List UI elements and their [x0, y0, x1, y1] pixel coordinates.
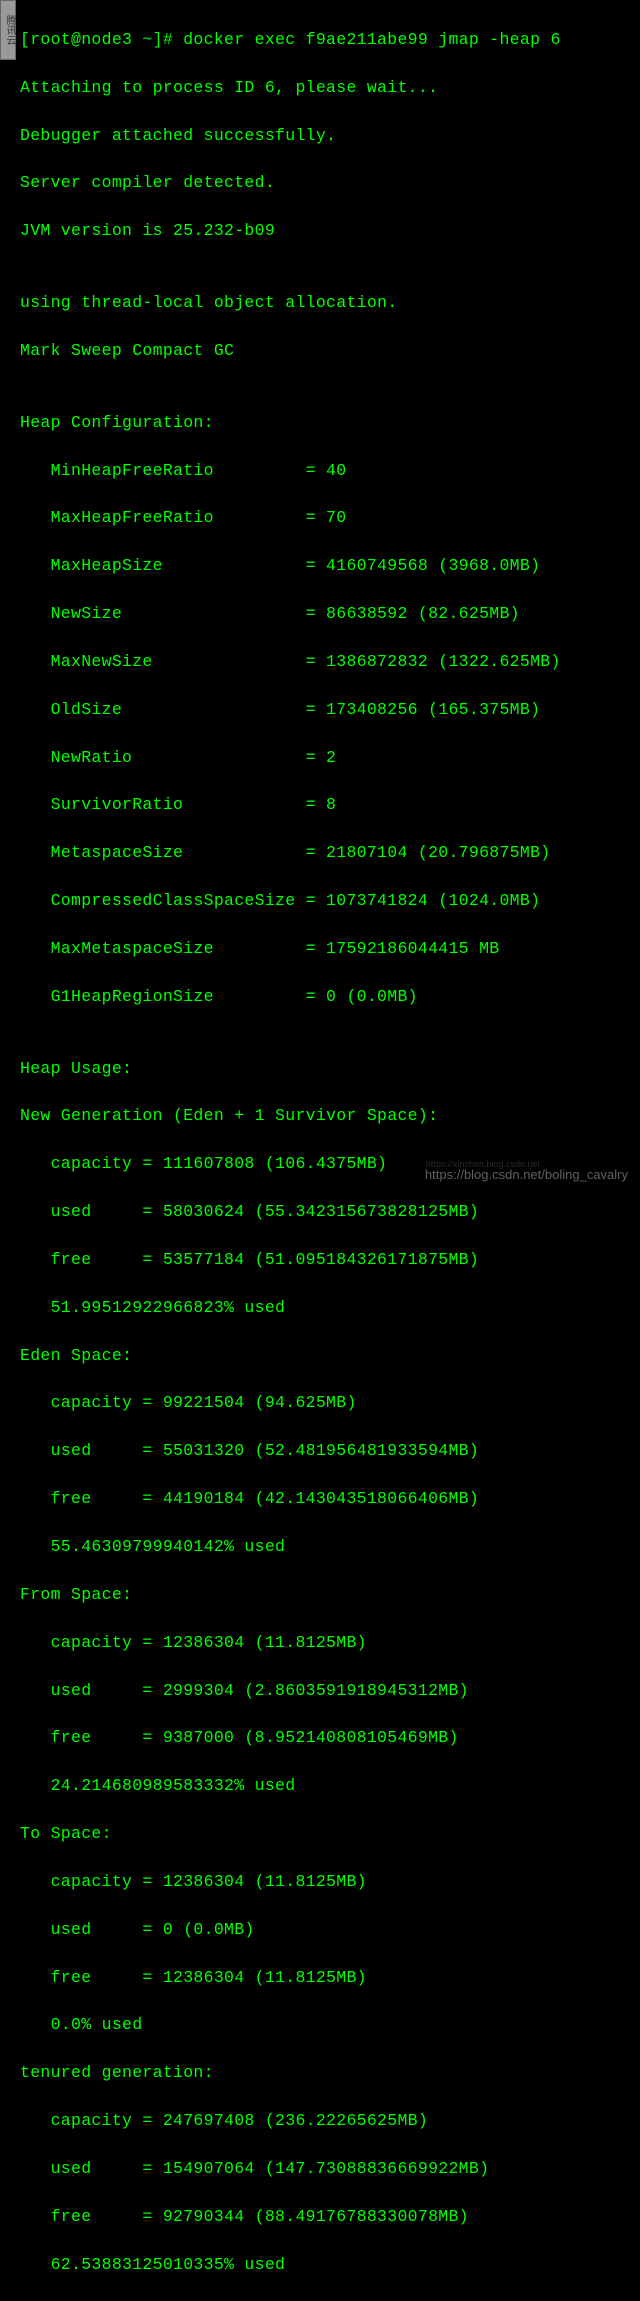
- output-line: Debugger attached successfully.: [20, 124, 636, 148]
- usage-line: 51.99512922966823% used: [20, 1296, 636, 1320]
- section-header: Heap Configuration:: [20, 411, 636, 435]
- config-line: SurvivorRatio = 8: [20, 793, 636, 817]
- subsection-header: From Space:: [20, 1583, 636, 1607]
- usage-line: free = 44190184 (42.143043518066406MB): [20, 1487, 636, 1511]
- usage-line: 55.46309799940142% used: [20, 1535, 636, 1559]
- usage-line: used = 154907064 (147.73088836669922MB): [20, 2157, 636, 2181]
- output-line: using thread-local object allocation.: [20, 291, 636, 315]
- config-line: G1HeapRegionSize = 0 (0.0MB): [20, 985, 636, 1009]
- output-line: Server compiler detected.: [20, 171, 636, 195]
- sidebar-tab: 腾讯云: [0, 0, 16, 60]
- usage-line: capacity = 12386304 (11.8125MB): [20, 1631, 636, 1655]
- subsection-header: New Generation (Eden + 1 Survivor Space)…: [20, 1104, 636, 1128]
- config-line: MaxNewSize = 1386872832 (1322.625MB): [20, 650, 636, 674]
- output-line: Mark Sweep Compact GC: [20, 339, 636, 363]
- terminal-output: [root@node3 ~]# docker exec f9ae211abe99…: [20, 4, 636, 2301]
- usage-line: used = 0 (0.0MB): [20, 1918, 636, 1942]
- usage-line: 24.214680989583332% used: [20, 1774, 636, 1798]
- usage-line: free = 92790344 (88.49176788330078MB): [20, 2205, 636, 2229]
- subsection-header: To Space:: [20, 1822, 636, 1846]
- usage-line: free = 9387000 (8.952140808105469MB): [20, 1726, 636, 1750]
- config-line: MaxHeapSize = 4160749568 (3968.0MB): [20, 554, 636, 578]
- config-line: MaxHeapFreeRatio = 70: [20, 506, 636, 530]
- config-line: OldSize = 173408256 (165.375MB): [20, 698, 636, 722]
- watermark-text: https://blog.csdn.net/boling_cavalry: [425, 1166, 628, 1185]
- usage-line: 0.0% used: [20, 2013, 636, 2037]
- usage-line: 62.53883125010335% used: [20, 2253, 636, 2277]
- config-line: NewSize = 86638592 (82.625MB): [20, 602, 636, 626]
- usage-line: free = 12386304 (11.8125MB): [20, 1966, 636, 1990]
- usage-line: capacity = 12386304 (11.8125MB): [20, 1870, 636, 1894]
- config-line: NewRatio = 2: [20, 746, 636, 770]
- usage-line: used = 2999304 (2.8603591918945312MB): [20, 1679, 636, 1703]
- usage-line: used = 55031320 (52.481956481933594MB): [20, 1439, 636, 1463]
- config-line: MaxMetaspaceSize = 17592186044415 MB: [20, 937, 636, 961]
- command-line: [root@node3 ~]# docker exec f9ae211abe99…: [20, 28, 636, 52]
- usage-line: capacity = 247697408 (236.22265625MB): [20, 2109, 636, 2133]
- usage-line: capacity = 99221504 (94.625MB): [20, 1391, 636, 1415]
- subsection-header: Eden Space:: [20, 1344, 636, 1368]
- output-line: JVM version is 25.232-b09: [20, 219, 636, 243]
- section-header: Heap Usage:: [20, 1057, 636, 1081]
- output-line: Attaching to process ID 6, please wait..…: [20, 76, 636, 100]
- usage-line: free = 53577184 (51.095184326171875MB): [20, 1248, 636, 1272]
- config-line: MinHeapFreeRatio = 40: [20, 459, 636, 483]
- config-line: MetaspaceSize = 21807104 (20.796875MB): [20, 841, 636, 865]
- usage-line: used = 58030624 (55.342315673828125MB): [20, 1200, 636, 1224]
- config-line: CompressedClassSpaceSize = 1073741824 (1…: [20, 889, 636, 913]
- subsection-header: tenured generation:: [20, 2061, 636, 2085]
